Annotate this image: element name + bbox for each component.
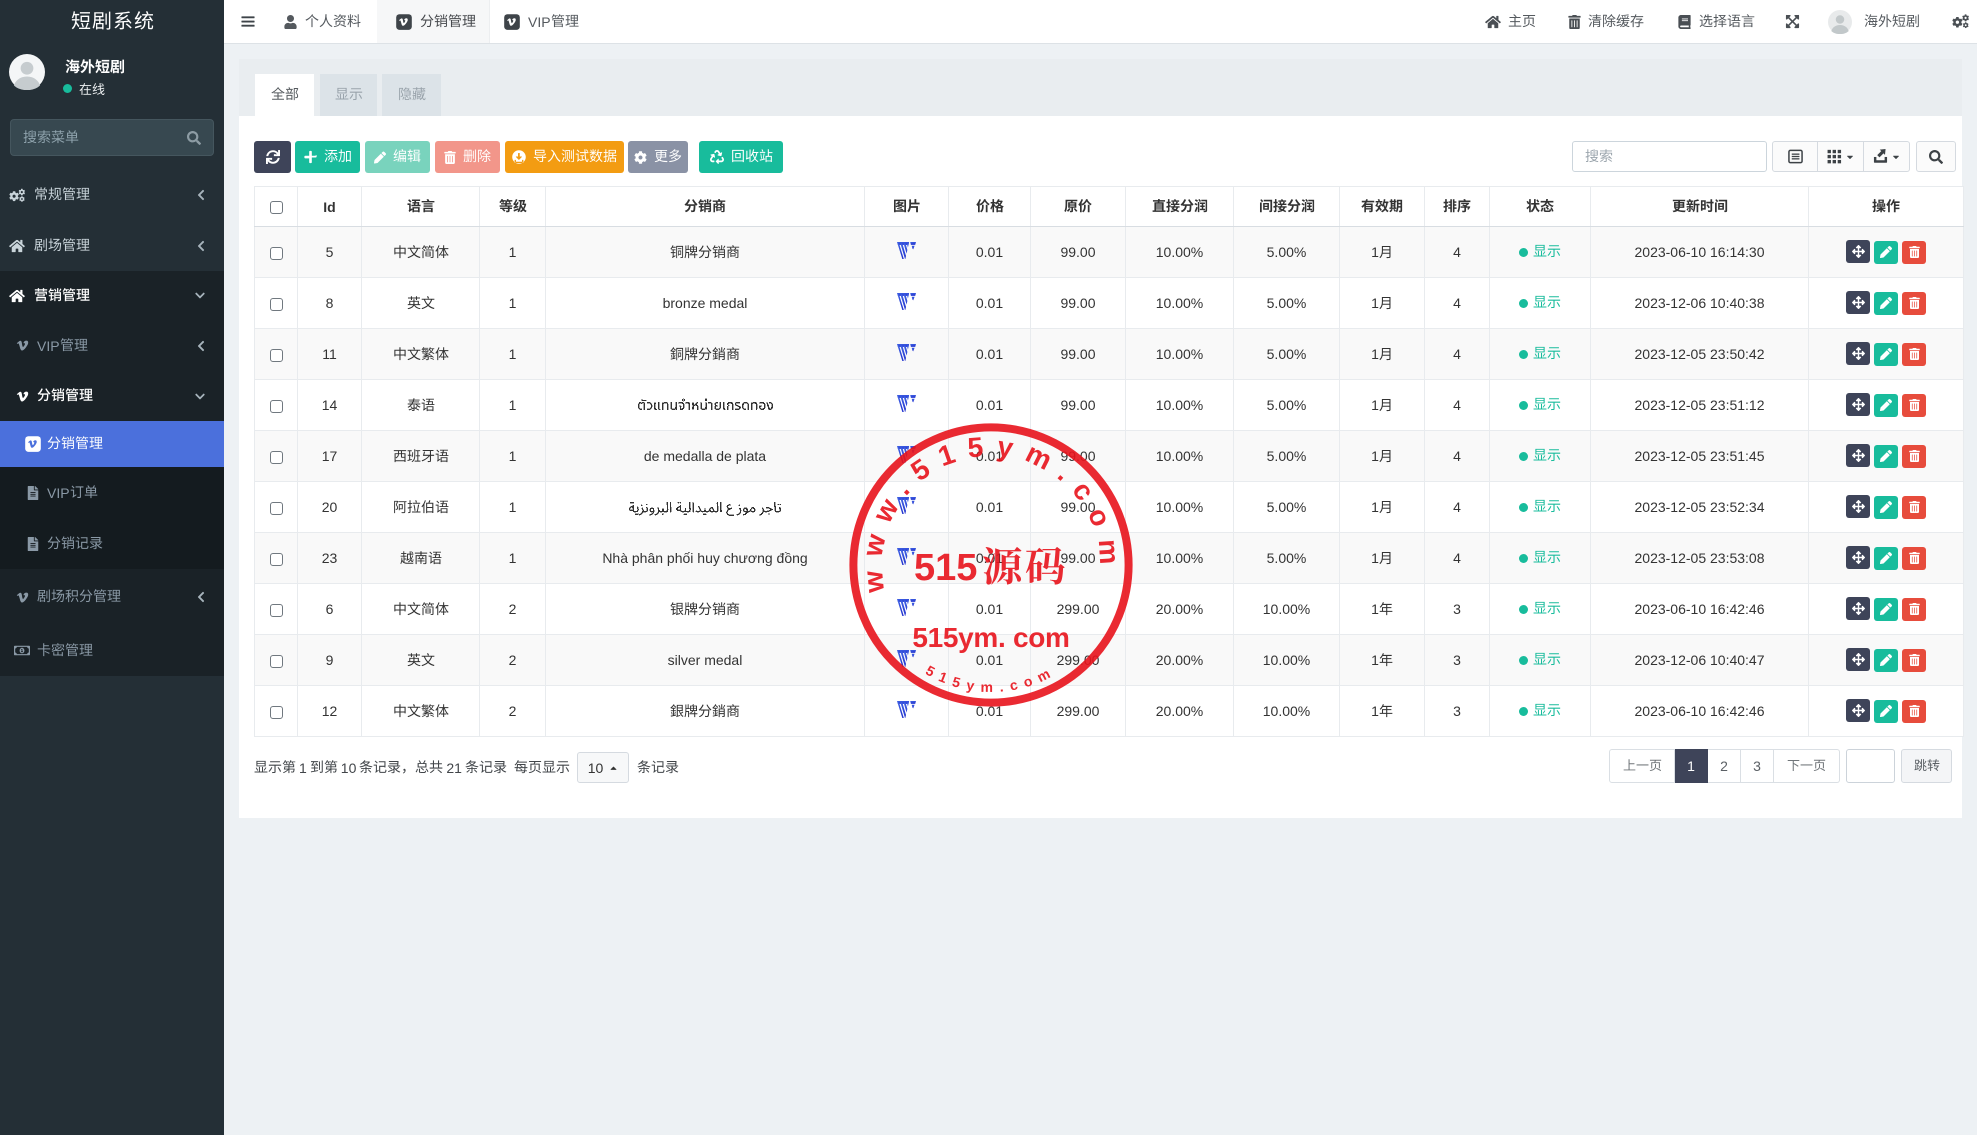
svg-text:515ym. com: 515ym. com xyxy=(912,622,1069,653)
svg-text:www.515ym.com: www.515ym.com xyxy=(856,430,1126,595)
svg-text:515: 515 xyxy=(914,547,977,589)
